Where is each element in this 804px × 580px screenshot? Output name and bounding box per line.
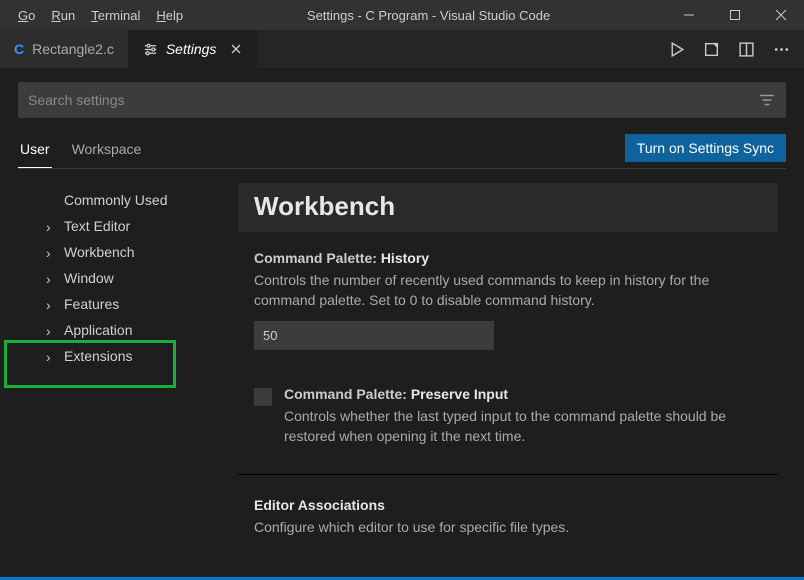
setting-command-palette-preserve-input: Command Palette: Preserve Input Controls… — [238, 368, 778, 465]
settings-tree: Commonly Used › Text Editor › Workbench … — [18, 183, 238, 577]
setting-description: Controls whether the last typed input to… — [284, 406, 762, 447]
c-file-icon: C — [14, 41, 24, 57]
search-settings-input[interactable] — [28, 92, 758, 108]
scope-tab-workspace[interactable]: Workspace — [70, 135, 144, 167]
preserve-input-checkbox[interactable] — [254, 388, 272, 406]
minimize-button[interactable] — [666, 0, 712, 30]
window-controls — [666, 0, 804, 30]
tree-commonly-used[interactable]: Commonly Used — [18, 187, 238, 213]
chevron-right-icon: › — [46, 219, 51, 235]
run-icon[interactable] — [668, 41, 685, 58]
chevron-right-icon: › — [46, 245, 51, 261]
settings-main: Workbench Command Palette: History Contr… — [238, 183, 786, 577]
chevron-right-icon: › — [46, 349, 51, 365]
history-input[interactable] — [254, 321, 494, 350]
menu-bar: Go Run Terminal Help — [0, 4, 191, 27]
scope-tabs: User Workspace Turn on Settings Sync — [18, 134, 786, 169]
section-header: Workbench — [238, 183, 778, 232]
tab-file-label: Rectangle2.c — [32, 41, 114, 57]
editor-actions — [668, 30, 804, 68]
chevron-right-icon: › — [46, 323, 51, 339]
tab-settings[interactable]: Settings — [129, 30, 258, 68]
more-actions-icon[interactable] — [773, 41, 790, 58]
setting-label: Command Palette: History — [254, 250, 762, 266]
setting-editor-associations: Editor Associations Configure which edit… — [238, 474, 778, 555]
scope-tab-user[interactable]: User — [18, 135, 52, 168]
tab-settings-label: Settings — [166, 41, 217, 57]
setting-description: Controls the number of recently used com… — [254, 270, 762, 311]
close-button[interactable] — [758, 0, 804, 30]
menu-run[interactable]: Run — [43, 4, 83, 27]
setting-description: Configure which editor to use for specif… — [254, 517, 762, 537]
tab-bar: C Rectangle2.c Settings — [0, 30, 804, 68]
settings-sliders-icon — [143, 42, 158, 57]
split-editor-icon[interactable] — [738, 41, 755, 58]
open-settings-json-icon[interactable] — [703, 41, 720, 58]
tree-workbench[interactable]: › Workbench — [18, 239, 238, 265]
tree-extensions[interactable]: › Extensions — [18, 343, 238, 369]
filter-icon[interactable] — [758, 91, 776, 109]
setting-label: Editor Associations — [254, 497, 762, 513]
chevron-right-icon: › — [46, 297, 51, 313]
tree-text-editor[interactable]: › Text Editor — [18, 213, 238, 239]
search-settings-wrap — [18, 82, 786, 118]
window-title: Settings - C Program - Visual Studio Cod… — [191, 8, 666, 23]
setting-command-palette-history: Command Palette: History Controls the nu… — [238, 248, 778, 368]
section-title: Workbench — [254, 191, 762, 222]
title-bar: Go Run Terminal Help Settings - C Progra… — [0, 0, 804, 30]
menu-help[interactable]: Help — [148, 4, 191, 27]
menu-terminal[interactable]: Terminal — [83, 4, 148, 27]
maximize-button[interactable] — [712, 0, 758, 30]
tree-application[interactable]: › Application — [18, 317, 238, 343]
close-tab-icon[interactable] — [230, 43, 242, 55]
chevron-right-icon: › — [46, 271, 51, 287]
settings-sync-button[interactable]: Turn on Settings Sync — [625, 134, 786, 162]
menu-go[interactable]: Go — [10, 4, 43, 27]
tab-file[interactable]: C Rectangle2.c — [0, 30, 129, 68]
setting-label: Command Palette: Preserve Input — [284, 386, 762, 402]
tree-features[interactable]: › Features — [18, 291, 238, 317]
tree-window[interactable]: › Window — [18, 265, 238, 291]
